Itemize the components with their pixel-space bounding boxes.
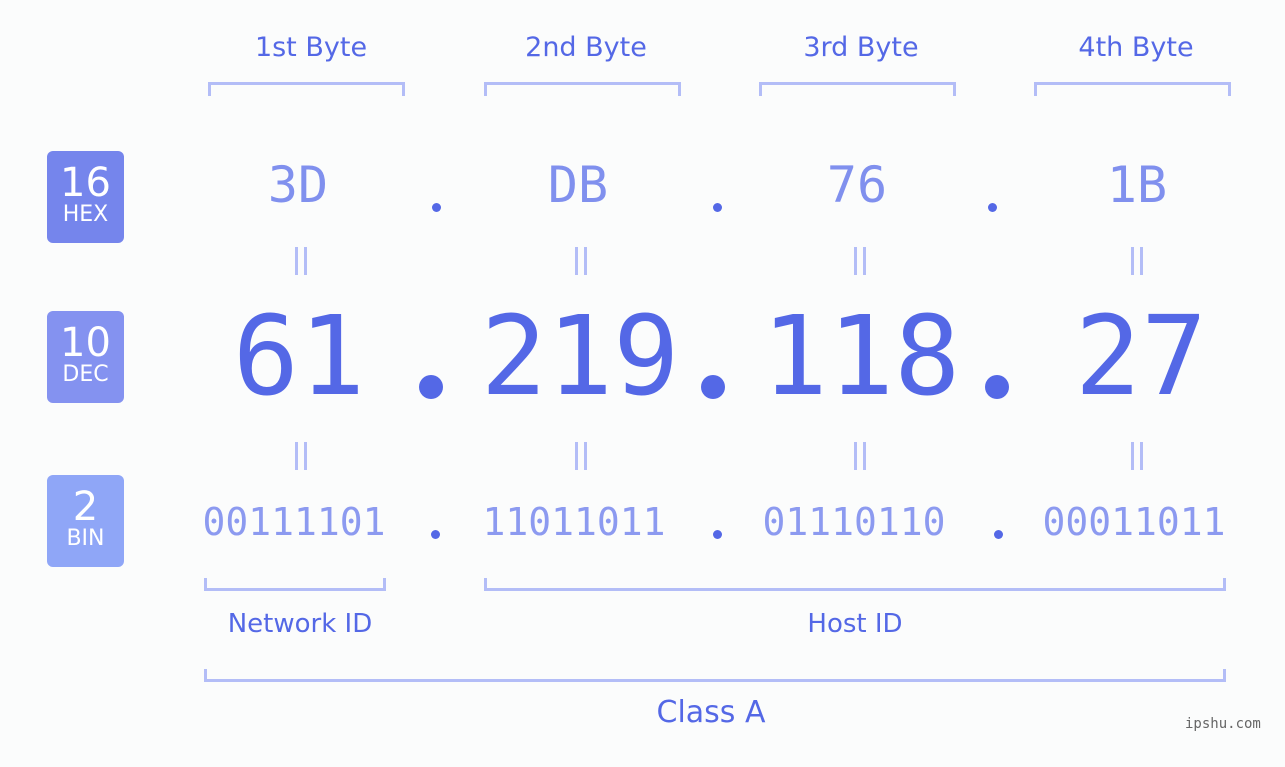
bin-badge-base: 2: [72, 484, 99, 530]
bin-separator-dot: [713, 530, 722, 539]
dec-badge: 10 DEC: [47, 311, 124, 403]
watermark: ipshu.com: [1185, 716, 1261, 732]
dec-separator-dot: [701, 375, 725, 399]
byte-label-1: 1st Byte: [254, 32, 368, 63]
dec-value-3: 118: [761, 292, 961, 420]
class-bracket: [204, 669, 1226, 682]
dec-value-2: 219: [480, 292, 680, 420]
bin-separator-dot: [431, 530, 440, 539]
dec-badge-unit: DEC: [62, 362, 109, 387]
bin-value-1: 00111101: [202, 500, 386, 544]
equals-icon: [293, 247, 307, 275]
equals-icon: [1129, 247, 1143, 275]
byte-label-2: 2nd Byte: [525, 32, 647, 63]
hex-value-2: DB: [547, 156, 609, 214]
bin-separator-dot: [994, 530, 1003, 539]
dec-value-4: 27: [1074, 292, 1208, 420]
byte-label-4: 4th Byte: [1078, 32, 1194, 63]
byte-bracket-4: [1034, 82, 1231, 96]
dec-separator-dot: [419, 375, 443, 399]
dec-badge-base: 10: [60, 320, 111, 366]
host-id-bracket: [484, 578, 1226, 591]
equals-icon: [1129, 442, 1143, 470]
hex-value-3: 76: [826, 156, 888, 214]
equals-icon: [573, 247, 587, 275]
class-label: Class A: [656, 695, 766, 730]
equals-icon: [293, 442, 307, 470]
hex-value-1: 3D: [267, 156, 329, 214]
bin-badge: 2 BIN: [47, 475, 124, 567]
host-id-label: Host ID: [807, 609, 903, 639]
dec-separator-dot: [985, 375, 1009, 399]
equals-icon: [573, 442, 587, 470]
dec-value-1: 61: [232, 292, 366, 420]
hex-badge-unit: HEX: [62, 202, 109, 227]
byte-bracket-1: [208, 82, 405, 96]
equals-icon: [852, 442, 866, 470]
hex-separator-dot: [432, 203, 441, 212]
hex-badge-base: 16: [60, 160, 111, 206]
bin-badge-unit: BIN: [66, 526, 105, 551]
byte-bracket-2: [484, 82, 681, 96]
bin-value-3: 01110110: [762, 500, 946, 544]
equals-icon: [852, 247, 866, 275]
hex-separator-dot: [988, 203, 997, 212]
network-id-bracket: [204, 578, 386, 591]
hex-value-4: 1B: [1106, 156, 1168, 214]
byte-bracket-3: [759, 82, 956, 96]
network-id-label: Network ID: [227, 609, 373, 639]
byte-label-3: 3rd Byte: [803, 32, 919, 63]
bin-value-2: 11011011: [482, 500, 666, 544]
hex-badge: 16 HEX: [47, 151, 124, 243]
bin-value-4: 00011011: [1042, 500, 1226, 544]
hex-separator-dot: [713, 203, 722, 212]
